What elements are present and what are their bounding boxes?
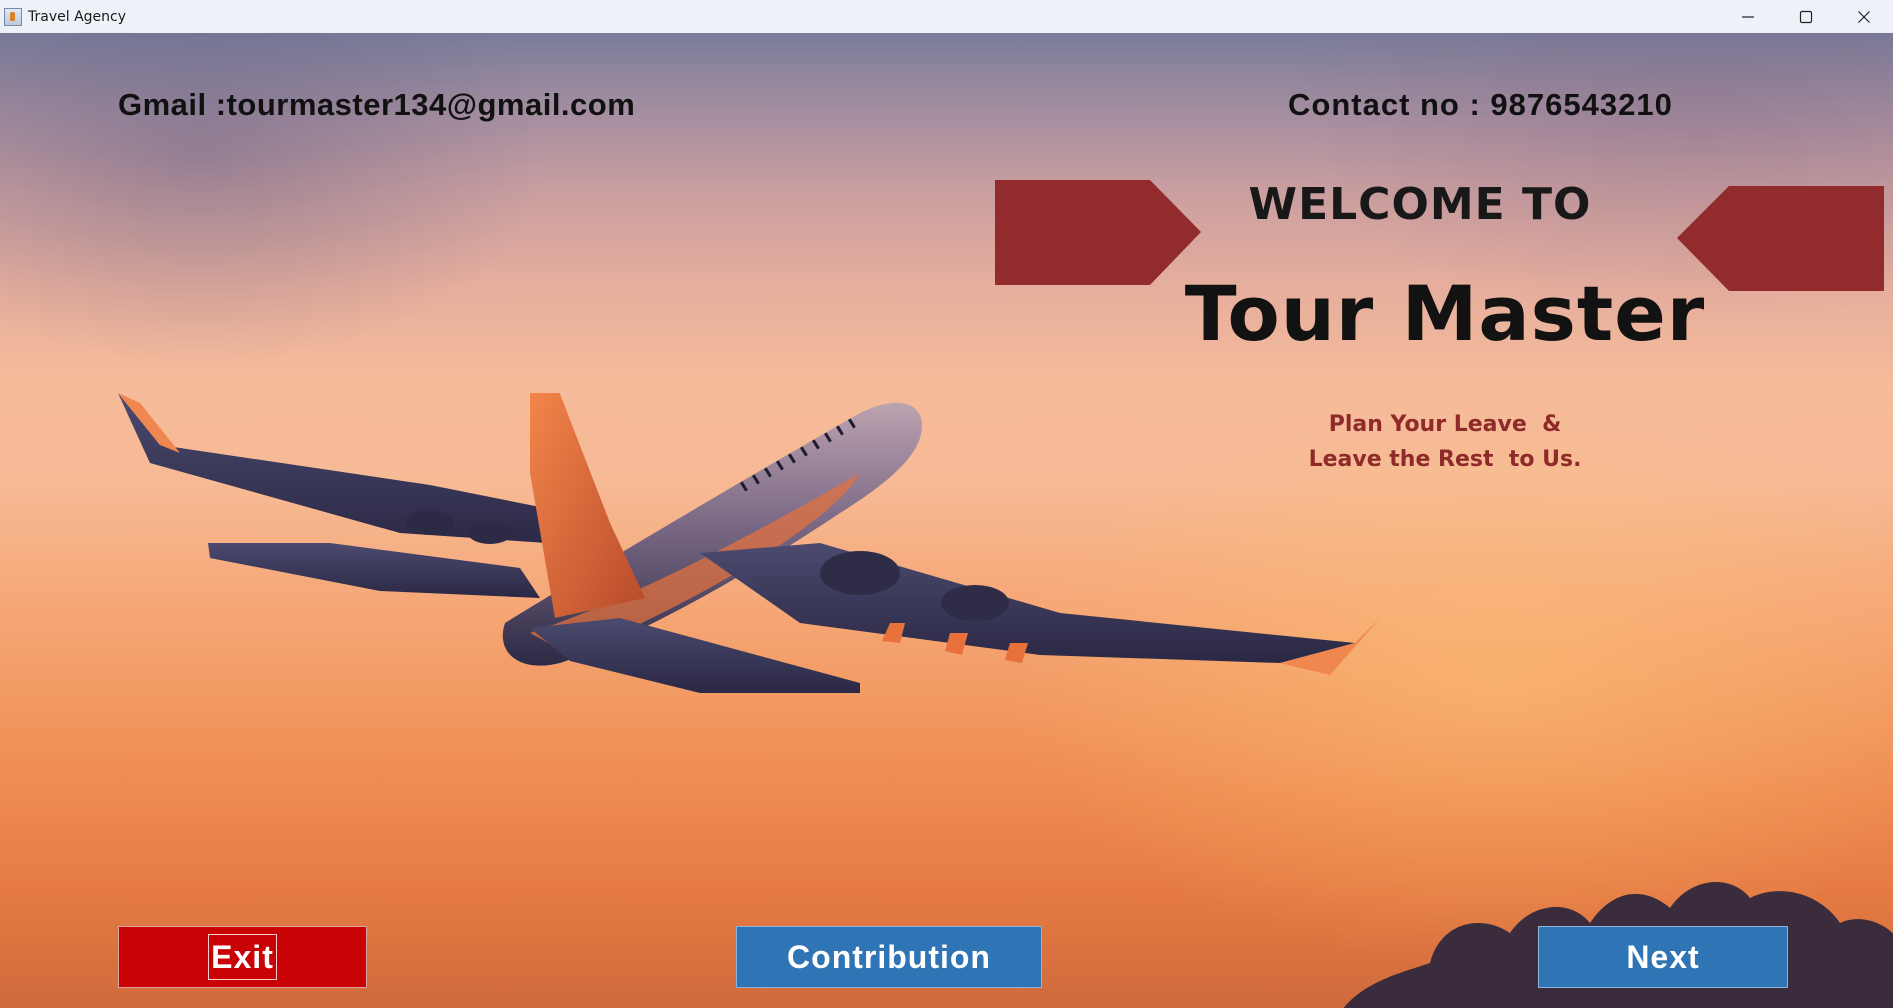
next-button-label: Next: [1626, 938, 1700, 975]
tagline-line-1: Plan Your Leave &: [1328, 412, 1562, 437]
window-title: Travel Agency: [28, 8, 126, 25]
brand-title: Tour Master: [1184, 269, 1706, 358]
background-scene: Gmail :tourmaster134@gmail.com Contact n…: [0, 33, 1893, 1008]
minimize-icon: [1742, 15, 1754, 18]
app-window: Travel Agency Gmail:tourmaster134@gmail…: [0, 0, 1893, 1008]
tagline-line-2: Leave the Rest to Us.: [1308, 447, 1582, 472]
exit-button-label: Exit: [208, 934, 277, 980]
close-button[interactable]: [1835, 0, 1893, 33]
maximize-icon: [1799, 10, 1813, 23]
java-cup-icon: [4, 7, 22, 26]
contribution-button-label: Contribution: [787, 938, 991, 975]
airplane-image: [118, 393, 1380, 693]
contribution-button[interactable]: Contribution: [736, 926, 1042, 988]
title-bar: Travel Agency: [0, 0, 1893, 33]
maximize-button[interactable]: [1777, 0, 1835, 33]
contact-number-label: Contact no : 9876543210: [1288, 87, 1673, 122]
exit-button[interactable]: Exit: [118, 926, 367, 988]
close-icon: [1858, 10, 1870, 23]
next-button[interactable]: Next: [1538, 926, 1788, 988]
welcome-heading: WELCOME TO: [1248, 179, 1592, 230]
email-label: Gmail :tourmaster134@gmail.com: [118, 87, 636, 122]
window-controls: [1719, 0, 1893, 33]
tagline: Plan Your Leave & Leave the Rest to Us.: [1240, 407, 1650, 477]
minimize-button[interactable]: [1719, 0, 1777, 33]
